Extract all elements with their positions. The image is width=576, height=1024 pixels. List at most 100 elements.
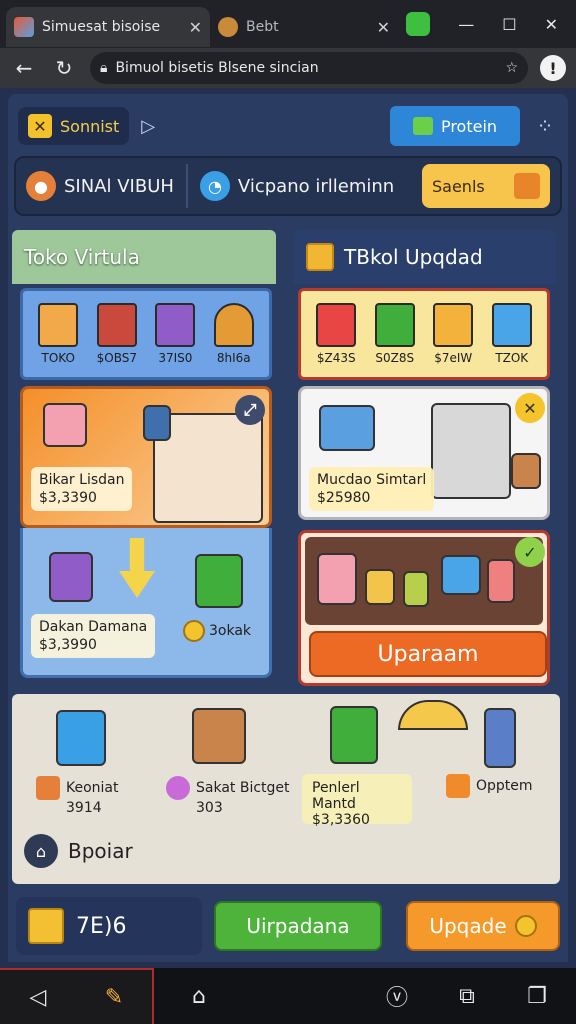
back-triangle-icon[interactable]: ◁ — [23, 985, 53, 1010]
barrel-icon — [403, 571, 429, 607]
product-label: $7eIW — [434, 351, 473, 365]
product-label: 8hI6a — [216, 351, 251, 365]
crate-icon — [511, 453, 541, 489]
panel-title: TBkol Upqdad — [344, 245, 483, 269]
game-bottombar: 7E)6 Uirpadana Upqade — [8, 890, 568, 962]
pen-icon[interactable]: ✎ — [99, 985, 129, 1010]
close-x-icon[interactable]: ✕ — [515, 393, 545, 423]
coin-amount: 7E)6 — [76, 913, 127, 939]
store-card[interactable]: ⤢ Bikar Lisdan $3,3390 — [20, 386, 272, 528]
favicon-icon — [218, 17, 238, 37]
arrow-down-icon — [119, 538, 155, 598]
survival-label: Sonnist — [60, 116, 120, 136]
product-item[interactable]: TZOK — [491, 303, 532, 365]
product-item[interactable]: $Z43S — [316, 303, 357, 365]
status-button[interactable]: Saenls — [422, 164, 550, 208]
price-tag: Dakan Damana $3,3990 — [31, 614, 156, 658]
product-label: $Z43S — [316, 351, 356, 365]
box-icon — [374, 303, 415, 347]
item-price: $3,3390 — [39, 490, 97, 506]
collapse-icon[interactable]: ⤢ — [235, 395, 265, 425]
item-price: $25980 — [317, 490, 371, 506]
system-navbar: ◁ ✎ ⌂ ⓥ ⧉ ❐ — [0, 968, 576, 1024]
lock-icon: 🔒︎ — [100, 60, 108, 76]
box-icon — [56, 710, 106, 766]
shop-icon: ⌂ — [24, 834, 58, 868]
game-topbar: ✕ Sonnist ▷ Protein ⁘ — [18, 104, 558, 148]
back-icon[interactable]: ← — [10, 54, 38, 82]
product-item[interactable]: S0Z8S — [374, 303, 415, 365]
browser-toolbar: ← ↻ 🔒︎ Bimuol bisetis Blsene sincian ☆ ! — [0, 48, 576, 88]
info-bar: ● SINAl VIBUH ◔ Vicpano irlleminn Saenls — [14, 156, 562, 216]
product-item[interactable]: 37IS0 — [155, 303, 196, 365]
recent-apps-icon[interactable]: ⧉ — [452, 984, 482, 1009]
popular-row[interactable]: ⌂ Bpoiar — [24, 834, 133, 868]
upgrade-card[interactable]: ✓ Uparaam — [298, 530, 550, 686]
game-favicon-icon — [14, 17, 34, 37]
cube-icon — [514, 173, 540, 199]
tab-active[interactable]: Simuesat bisoise ✕ — [6, 7, 210, 47]
shop-item[interactable]: Keoniat 3914 — [36, 776, 119, 816]
address-bar[interactable]: 🔒︎ Bimuol bisetis Blsene sincian ☆ — [90, 52, 528, 84]
check-icon[interactable]: ✓ — [515, 537, 545, 567]
price-box[interactable]: Penlerl Mantd $3,3360 — [302, 774, 412, 828]
green-action-button[interactable]: Uirpadana — [214, 901, 382, 951]
gold-cube-icon — [28, 908, 64, 944]
box-icon — [49, 552, 93, 602]
profile-icon[interactable]: ! — [540, 55, 566, 81]
circle-check-icon[interactable]: ⓥ — [382, 980, 412, 1012]
popular-label: Bpoiar — [68, 839, 133, 863]
close-tab-icon[interactable]: ✕ — [377, 18, 390, 37]
game-area: ✕ Sonnist ▷ Protein ⁘ ● SINAl VIBUH ◔ Vi… — [0, 88, 576, 968]
close-tab-icon[interactable]: ✕ — [189, 18, 202, 37]
overview-icon[interactable]: ❐ — [522, 984, 552, 1009]
product-item[interactable]: $OBS7 — [97, 303, 137, 365]
panel-title: Toko Virtula — [24, 245, 140, 269]
item-value: 3914 — [66, 800, 102, 816]
crate-icon — [192, 708, 246, 764]
extension-icon[interactable] — [406, 12, 431, 36]
screen: Simuesat bisoise ✕ Bebt ✕ — ☐ ✕ ← ↻ 🔒︎ B… — [0, 0, 576, 1024]
box-icon — [195, 554, 243, 608]
mission-label: Vicpano irlleminn — [237, 175, 395, 197]
product-item[interactable]: $7eIW — [433, 303, 474, 365]
coin-stack-label: 3okak — [183, 620, 251, 642]
crate-icon — [365, 569, 395, 605]
boomerang-icon — [446, 774, 470, 798]
store-card[interactable]: ✕ Mucdao Simtarl $25980 — [298, 386, 550, 520]
mission-info: ◔ Vicpano irlleminn — [199, 171, 395, 201]
tab-inactive[interactable]: Bebt ✕ — [210, 7, 398, 47]
button-label: Upqade — [429, 914, 507, 938]
orange-upgrade-button[interactable]: Upqade — [406, 901, 560, 951]
home-icon[interactable]: ⌂ — [184, 984, 214, 1009]
shop-item[interactable]: Sakat Bictget 303 — [166, 776, 290, 816]
phone-icon — [484, 708, 516, 768]
product-shelf: TOKO $OBS7 37IS0 8hI6a — [20, 288, 272, 380]
avatar-icon: ● — [26, 171, 56, 201]
shop-item[interactable]: Opptem — [446, 774, 533, 798]
maximize-icon[interactable]: ☐ — [502, 15, 516, 34]
poster-icon — [319, 405, 375, 451]
gauge-icon — [398, 700, 468, 730]
item-name: Opptem — [476, 778, 533, 794]
item-name: Keoniat — [66, 780, 119, 796]
item-name: Dakan Damana — [39, 619, 148, 635]
coin-icon — [514, 915, 537, 937]
product-item[interactable]: TOKO — [38, 303, 79, 365]
product-item[interactable]: 8hI6a — [213, 303, 254, 365]
upgrade-button[interactable]: Uparaam — [309, 631, 547, 677]
shelf-icon — [431, 403, 511, 499]
bookmark-star-icon[interactable]: ☆ — [505, 60, 518, 76]
survival-pill[interactable]: ✕ Sonnist — [18, 107, 130, 145]
product-label: S0Z8S — [375, 351, 415, 365]
close-window-icon[interactable]: ✕ — [545, 15, 558, 34]
play-arrow-icon[interactable]: ▷ — [141, 116, 155, 137]
settings-grid-icon[interactable]: ⁘ — [532, 114, 558, 138]
upgrade-panel: TBkol Upqdad $Z43S S0Z8S $7eIW TZOK ✕ Mu… — [294, 230, 556, 688]
minimize-icon[interactable]: — — [458, 15, 474, 34]
protein-button[interactable]: Protein — [390, 106, 520, 146]
pinwheel-icon — [166, 776, 190, 800]
reload-icon[interactable]: ↻ — [50, 54, 78, 82]
store-card[interactable]: Dakan Damana $3,3990 3okak — [20, 528, 272, 678]
tab-title: Simuesat bisoise — [42, 19, 161, 35]
